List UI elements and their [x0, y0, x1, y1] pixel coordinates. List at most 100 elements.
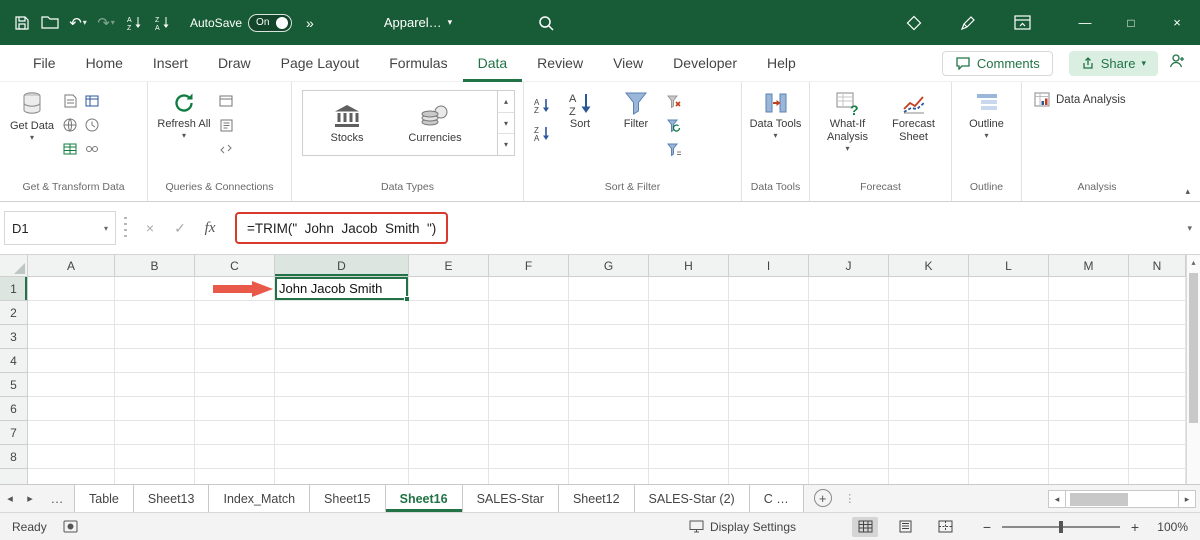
row-header-1[interactable]: 1: [0, 277, 28, 301]
cell-M1[interactable]: [1049, 277, 1129, 301]
filter-button[interactable]: Filter: [608, 87, 664, 131]
cell-M3[interactable]: [1049, 325, 1129, 349]
cell-K8[interactable]: [889, 445, 969, 469]
cell-J5[interactable]: [809, 373, 889, 397]
cell-L1[interactable]: [969, 277, 1049, 301]
row-header-partial[interactable]: [0, 469, 28, 484]
cell-Cx[interactable]: [195, 469, 275, 484]
properties-icon[interactable]: [216, 115, 236, 135]
column-header-N[interactable]: N: [1129, 255, 1186, 277]
row-header-8[interactable]: 8: [0, 445, 28, 469]
diamond-icon[interactable]: [900, 8, 928, 38]
redo-icon[interactable]: ↷ ▾: [92, 8, 120, 38]
share-button[interactable]: Share ▾: [1068, 50, 1158, 76]
search-icon[interactable]: [532, 8, 560, 38]
cell-B7[interactable]: [115, 421, 195, 445]
cell-J4[interactable]: [809, 349, 889, 373]
row-header-6[interactable]: 6: [0, 397, 28, 421]
cell-J6[interactable]: [809, 397, 889, 421]
cell-J1[interactable]: [809, 277, 889, 301]
cell-C7[interactable]: [195, 421, 275, 445]
sort-button[interactable]: AZ Sort: [552, 87, 608, 131]
cell-N7[interactable]: [1129, 421, 1186, 445]
cell-H6[interactable]: [649, 397, 729, 421]
cell-L6[interactable]: [969, 397, 1049, 421]
page-break-view-button[interactable]: [932, 517, 958, 537]
edit-links-icon[interactable]: [216, 139, 236, 159]
cell-F7[interactable]: [489, 421, 569, 445]
cell-H8[interactable]: [649, 445, 729, 469]
cell-H2[interactable]: [649, 301, 729, 325]
cell-F5[interactable]: [489, 373, 569, 397]
zoom-out-button[interactable]: −: [980, 519, 994, 535]
data-tools-button[interactable]: Data Tools ▾: [748, 87, 804, 140]
cell-Jx[interactable]: [809, 469, 889, 484]
cell-B8[interactable]: [115, 445, 195, 469]
from-text-csv-icon[interactable]: [60, 91, 80, 111]
cell-H4[interactable]: [649, 349, 729, 373]
tab-data[interactable]: Data: [462, 45, 523, 82]
tab-developer[interactable]: Developer: [658, 45, 752, 82]
new-sheet-button[interactable]: +: [813, 489, 832, 507]
sheets-scroll-right-icon[interactable]: ▸: [20, 485, 40, 512]
sheet-tab-sheet16[interactable]: Sheet16: [385, 485, 463, 512]
cell-D8[interactable]: [275, 445, 409, 469]
cell-H5[interactable]: [649, 373, 729, 397]
column-header-K[interactable]: K: [889, 255, 969, 277]
more-commands-icon[interactable]: »: [306, 15, 314, 31]
cell-Gx[interactable]: [569, 469, 649, 484]
vertical-scrollbar[interactable]: ▴: [1186, 255, 1200, 484]
cell-N6[interactable]: [1129, 397, 1186, 421]
reapply-filter-icon[interactable]: [664, 115, 684, 135]
close-button[interactable]: ×: [1154, 0, 1200, 45]
cell-D3[interactable]: [275, 325, 409, 349]
horizontal-scroll-track[interactable]: [1066, 490, 1178, 508]
cell-J3[interactable]: [809, 325, 889, 349]
row-header-5[interactable]: 5: [0, 373, 28, 397]
cell-L8[interactable]: [969, 445, 1049, 469]
zoom-slider[interactable]: [1002, 520, 1120, 533]
gallery-down-icon[interactable]: ▾: [498, 111, 514, 134]
column-header-A[interactable]: A: [28, 255, 115, 277]
cell-A6[interactable]: [28, 397, 115, 421]
tab-draw[interactable]: Draw: [203, 45, 266, 82]
row-header-3[interactable]: 3: [0, 325, 28, 349]
cell-K6[interactable]: [889, 397, 969, 421]
cell-M6[interactable]: [1049, 397, 1129, 421]
sheet-tab-sheet13[interactable]: Sheet13: [133, 485, 210, 512]
zoom-slider-thumb[interactable]: [1059, 520, 1063, 533]
cell-J7[interactable]: [809, 421, 889, 445]
cell-E3[interactable]: [409, 325, 489, 349]
display-settings-button[interactable]: Display Settings: [689, 520, 796, 534]
cell-B3[interactable]: [115, 325, 195, 349]
tab-home[interactable]: Home: [71, 45, 138, 82]
sheets-scroll-left-icon[interactable]: ◂: [0, 485, 20, 512]
outline-button[interactable]: Outline ▾: [959, 87, 1015, 140]
scroll-up-icon[interactable]: ▴: [1187, 255, 1200, 270]
from-table-range-icon[interactable]: [82, 91, 102, 111]
cell-F8[interactable]: [489, 445, 569, 469]
cell-N5[interactable]: [1129, 373, 1186, 397]
undo-icon[interactable]: ↶ ▾: [64, 8, 92, 38]
tab-help[interactable]: Help: [752, 45, 811, 82]
cell-K1[interactable]: [889, 277, 969, 301]
cell-F4[interactable]: [489, 349, 569, 373]
horizontal-scroll-thumb[interactable]: [1070, 493, 1128, 506]
column-header-E[interactable]: E: [409, 255, 489, 277]
normal-view-button[interactable]: [852, 516, 878, 537]
tab-file[interactable]: File: [18, 45, 71, 82]
cell-I1[interactable]: [729, 277, 809, 301]
cell-E7[interactable]: [409, 421, 489, 445]
what-if-analysis-button[interactable]: ? What-If Analysis ▾: [817, 87, 879, 153]
column-header-H[interactable]: H: [649, 255, 729, 277]
sheets-overflow-button[interactable]: …: [40, 485, 74, 512]
zoom-in-button[interactable]: +: [1128, 519, 1142, 535]
cell-I8[interactable]: [729, 445, 809, 469]
cell-D6[interactable]: [275, 397, 409, 421]
cell-G3[interactable]: [569, 325, 649, 349]
cell-E4[interactable]: [409, 349, 489, 373]
cell-E8[interactable]: [409, 445, 489, 469]
formula-input[interactable]: =TRIM(" John Jacob Smith "): [247, 221, 436, 236]
column-header-M[interactable]: M: [1049, 255, 1129, 277]
sheet-tab-sales-star[interactable]: SALES-Star: [462, 485, 559, 512]
